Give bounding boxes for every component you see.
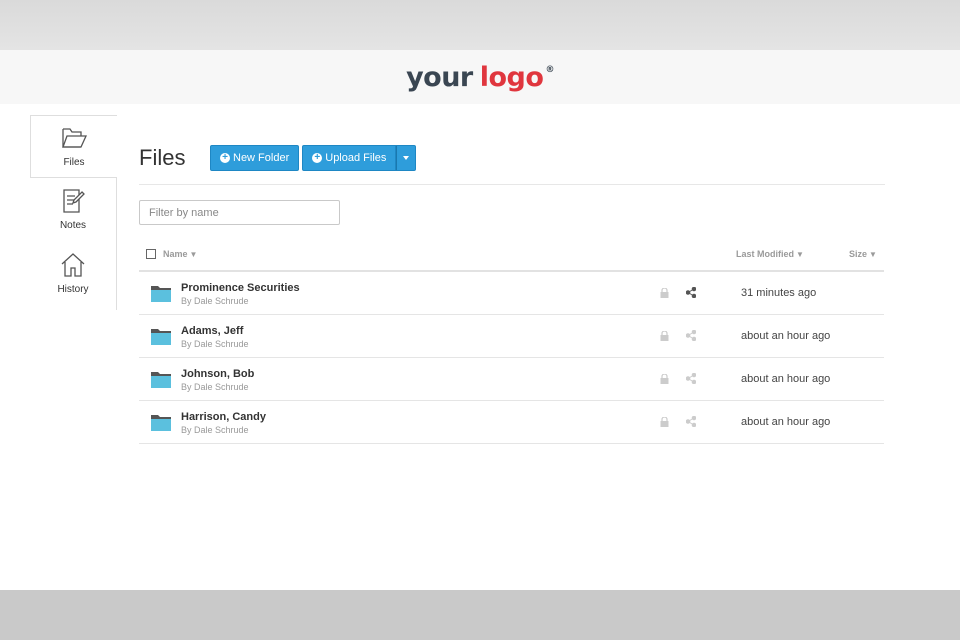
header: your logo ® [0, 50, 960, 104]
table-header: Name ▼ Last Modified ▼ Size ▼ [139, 244, 885, 272]
table-row[interactable]: Johnson, Bob By Dale Schrude about an ho… [139, 358, 884, 401]
caret-down-icon [403, 156, 410, 160]
plus-circle-icon: + [220, 153, 230, 163]
sidebar-item-label: History [57, 284, 89, 295]
logo[interactable]: your logo ® [406, 64, 554, 91]
lock-icon[interactable] [660, 374, 669, 384]
upload-button-group: + Upload Files [302, 145, 417, 171]
sidebar: Files Notes History [30, 115, 117, 310]
lock-icon[interactable] [660, 288, 669, 298]
table-row[interactable]: Adams, Jeff By Dale Schrude about an hou… [139, 315, 884, 358]
files-panel: Files + New Folder + Upload Files Name ▼… [139, 143, 885, 444]
upload-options-dropdown[interactable] [396, 145, 417, 171]
new-folder-button[interactable]: + New Folder [210, 145, 300, 171]
chevron-down-icon: ▼ [796, 249, 804, 259]
table-row[interactable]: Harrison, Candy By Dale Schrude about an… [139, 401, 884, 444]
notes-icon [63, 189, 85, 213]
share-icon[interactable] [686, 287, 696, 298]
plus-circle-icon: + [312, 153, 323, 163]
divider [139, 184, 885, 185]
file-name[interactable]: Prominence Securities [181, 282, 300, 294]
file-name[interactable]: Adams, Jeff [181, 325, 243, 337]
column-header-size[interactable]: Size ▼ [849, 249, 877, 259]
column-modified-label: Last Modified [736, 249, 794, 259]
sidebar-item-label: Notes [59, 220, 87, 231]
folder-icon [151, 286, 171, 302]
file-owner: By Dale Schrude [181, 382, 249, 392]
share-icon[interactable] [686, 373, 696, 384]
file-owner: By Dale Schrude [181, 296, 249, 306]
select-all-checkbox[interactable] [146, 249, 156, 259]
table-row[interactable]: Prominence Securities By Dale Schrude 31… [139, 272, 884, 315]
file-owner: By Dale Schrude [181, 339, 249, 349]
lock-icon[interactable] [660, 417, 669, 427]
last-modified: 31 minutes ago [741, 287, 817, 299]
upload-files-label: Upload Files [325, 152, 387, 164]
page-title: Files [139, 145, 186, 170]
sidebar-item-notes[interactable]: Notes [30, 179, 116, 242]
file-list: Prominence Securities By Dale Schrude 31… [139, 272, 885, 444]
folder-icon [151, 329, 171, 345]
column-size-label: Size [849, 249, 868, 259]
new-folder-label: New Folder [233, 152, 290, 164]
last-modified: about an hour ago [741, 373, 831, 385]
sidebar-item-label: Files [63, 157, 85, 168]
bottom-band [0, 590, 960, 640]
title-row: Files + New Folder + Upload Files [139, 143, 885, 173]
folder-icon [151, 415, 171, 431]
lock-icon[interactable] [660, 331, 669, 341]
last-modified: about an hour ago [741, 416, 831, 428]
chevron-down-icon: ▼ [869, 249, 877, 259]
file-name[interactable]: Johnson, Bob [181, 368, 254, 380]
column-header-modified[interactable]: Last Modified ▼ [736, 249, 804, 259]
folder-icon [151, 372, 171, 388]
file-name[interactable]: Harrison, Candy [181, 411, 266, 423]
share-icon[interactable] [686, 330, 696, 341]
upload-files-button[interactable]: + Upload Files [302, 145, 397, 171]
registered-mark: ® [545, 64, 554, 75]
top-band [0, 0, 960, 50]
chevron-down-icon: ▼ [189, 249, 198, 259]
file-owner: By Dale Schrude [181, 425, 249, 435]
last-modified: about an hour ago [741, 330, 831, 342]
sidebar-item-history[interactable]: History [30, 243, 116, 306]
filter-input[interactable] [139, 200, 340, 225]
share-icon[interactable] [686, 416, 696, 427]
home-icon [61, 253, 85, 277]
sidebar-item-files[interactable]: Files [30, 115, 117, 178]
folder-icon [62, 128, 88, 148]
logo-word-logo: logo [479, 61, 544, 93]
column-name-label: Name [163, 249, 188, 259]
logo-word-your: your [406, 61, 473, 93]
column-header-name[interactable]: Name ▼ [163, 249, 197, 259]
